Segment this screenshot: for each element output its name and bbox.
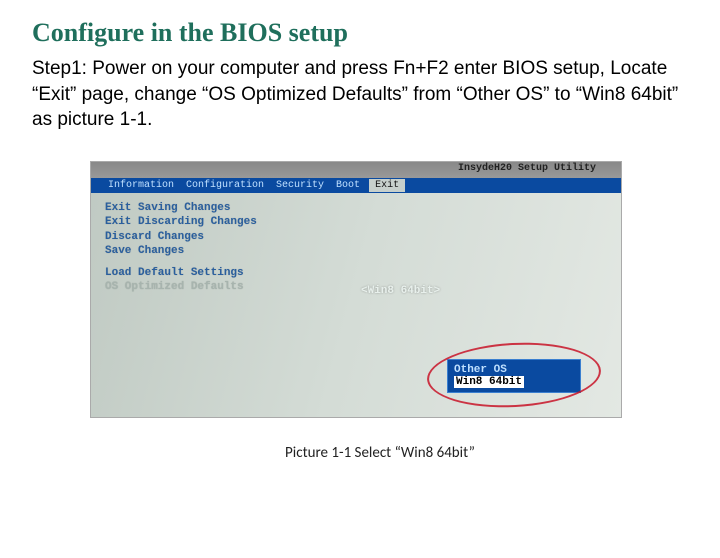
menu-load-defaults[interactable]: Load Default Settings: [105, 266, 621, 280]
page-heading: Configure in the BIOS setup: [32, 18, 720, 48]
tab-boot[interactable]: Boot: [333, 180, 363, 191]
bios-titlebar: InsydeH20 Setup Utility: [91, 162, 621, 179]
tab-exit[interactable]: Exit: [369, 179, 405, 192]
bios-screenshot: InsydeH20 Setup Utility Information Conf…: [90, 161, 622, 418]
bios-menubar: Information Configuration Security Boot …: [91, 178, 621, 193]
bios-utility-title: InsydeH20 Setup Utility: [458, 163, 596, 174]
step1-instruction: Step1: Power on your computer and press …: [32, 56, 692, 133]
menu-save[interactable]: Save Changes: [105, 244, 621, 258]
tab-configuration[interactable]: Configuration: [183, 180, 267, 191]
tab-security[interactable]: Security: [273, 180, 327, 191]
menu-exit-saving[interactable]: Exit Saving Changes: [105, 201, 621, 215]
menu-discard[interactable]: Discard Changes: [105, 230, 621, 244]
bios-exit-menu: Exit Saving Changes Exit Discarding Chan…: [91, 193, 621, 295]
figure-caption: Picture 1-1 Select “Win8 64bit”: [40, 444, 720, 462]
os-optimized-popup: Other OS Win8 64bit: [447, 359, 581, 393]
menu-exit-discarding[interactable]: Exit Discarding Changes: [105, 215, 621, 229]
tab-information[interactable]: Information: [105, 180, 177, 191]
bios-body: Exit Saving Changes Exit Discarding Chan…: [91, 193, 621, 417]
os-optimized-value: <Win8 64bit>: [361, 285, 440, 297]
popup-option-other-os[interactable]: Other OS: [454, 364, 574, 376]
popup-option-win8-64bit[interactable]: Win8 64bit: [454, 376, 524, 388]
